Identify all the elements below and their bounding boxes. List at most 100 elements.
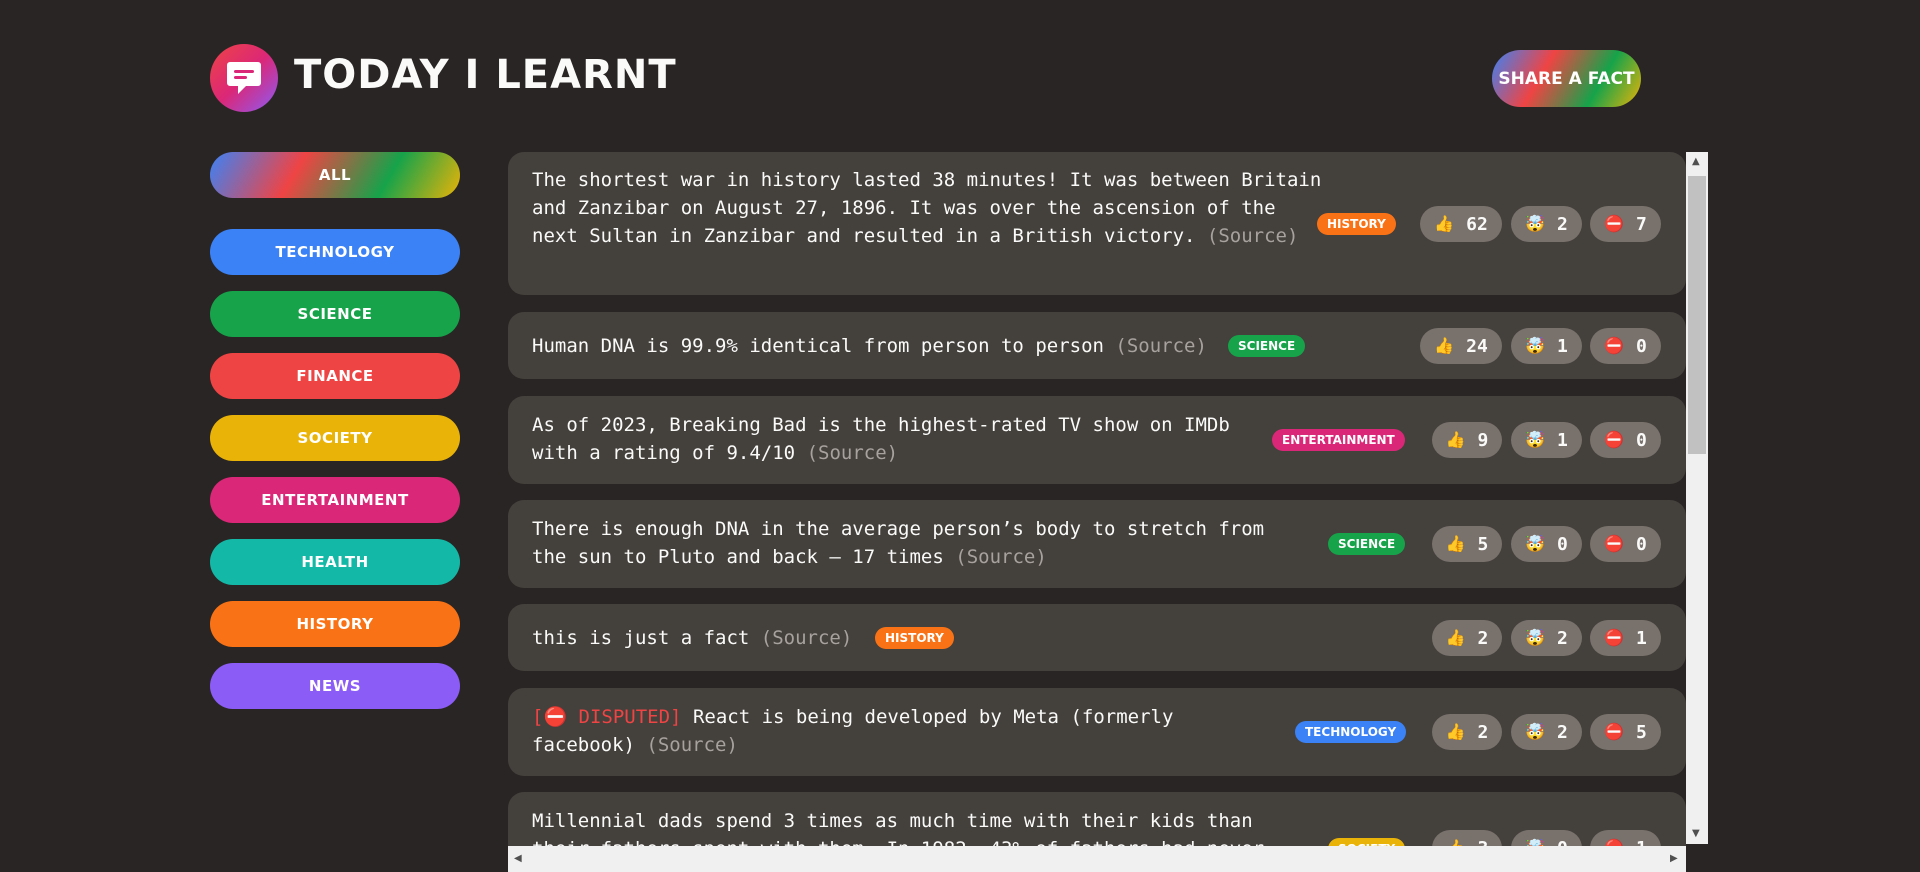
vote-mindblowing-button[interactable]: 🤯 2 xyxy=(1511,620,1582,656)
vote-count: 0 xyxy=(1636,533,1647,555)
fact-text: Human DNA is 99.9% identical from person… xyxy=(532,335,1207,357)
category-tag: SCIENCE xyxy=(1328,533,1406,555)
vote-interesting-button[interactable]: 👍 9 xyxy=(1432,422,1502,458)
vote-count: 2 xyxy=(1477,721,1489,743)
category-tag: TECHNOLOGY xyxy=(1295,721,1407,743)
vote-interesting-button[interactable]: 👍 62 xyxy=(1420,206,1502,242)
fact-item: As of 2023, Breaking Bad is the highest-… xyxy=(508,396,1686,484)
vote-false-button[interactable]: ⛔ 5 xyxy=(1590,714,1661,750)
vote-count: 0 xyxy=(1636,335,1647,357)
vote-mindblowing-button[interactable]: 🤯 2 xyxy=(1511,206,1582,242)
source-link[interactable]: (Source) xyxy=(1115,335,1207,357)
no-entry-icon: ⛔ xyxy=(1604,430,1625,449)
vote-count: 1 xyxy=(1557,335,1568,357)
chat-bubble-icon xyxy=(227,62,261,94)
category-tag: SCIENCE xyxy=(1228,335,1306,357)
vote-count: 0 xyxy=(1557,533,1568,555)
category-button-history[interactable]: HISTORY xyxy=(210,601,460,647)
mind-blown-icon: 🤯 xyxy=(1525,336,1546,355)
mind-blown-icon: 🤯 xyxy=(1525,722,1546,741)
vote-false-button[interactable]: ⛔ 7 xyxy=(1590,206,1661,242)
scroll-up-icon[interactable]: ▲ xyxy=(1692,156,1700,167)
scroll-down-icon[interactable]: ▼ xyxy=(1692,828,1700,839)
vote-mindblowing-button[interactable]: 🤯 2 xyxy=(1511,714,1582,750)
vote-interesting-button[interactable]: 👍 2 xyxy=(1432,714,1502,750)
mind-blown-icon: 🤯 xyxy=(1525,628,1546,647)
thumbs-up-icon: 👍 xyxy=(1434,214,1455,233)
category-button-finance[interactable]: FINANCE xyxy=(210,353,460,399)
no-entry-icon: ⛔ xyxy=(1604,214,1625,233)
category-button-science[interactable]: SCIENCE xyxy=(210,291,460,337)
fact-item: The shortest war in history lasted 38 mi… xyxy=(508,152,1686,295)
fact-item: this is just a fact (Source) HISTORY 👍 2 … xyxy=(508,604,1686,671)
vote-false-button[interactable]: ⛔1 xyxy=(1590,620,1661,656)
scrollbar-thumb[interactable] xyxy=(1688,176,1706,454)
vote-mindblowing-button[interactable]: 🤯0 xyxy=(1511,526,1582,562)
fact-text: There is enough DNA in the average perso… xyxy=(532,518,1265,568)
mind-blown-icon: 🤯 xyxy=(1525,534,1546,553)
vote-count: 7 xyxy=(1636,213,1647,235)
fact-item: Human DNA is 99.9% identical from person… xyxy=(508,312,1686,379)
disputed-label: [⛔ DISPUTED] xyxy=(532,706,682,728)
fact-text: The shortest war in history lasted 38 mi… xyxy=(532,169,1322,247)
vote-false-button[interactable]: ⛔ 0 xyxy=(1590,328,1661,364)
category-button-technology[interactable]: TECHNOLOGY xyxy=(210,229,460,275)
fact-text: [⛔ DISPUTED] React is being developed by… xyxy=(532,706,1174,756)
scroll-right-icon[interactable]: ▶ xyxy=(1670,853,1678,864)
category-button-health[interactable]: HEALTH xyxy=(210,539,460,585)
vote-count: 2 xyxy=(1557,213,1568,235)
share-fact-button[interactable]: SHARE A FACT xyxy=(1492,50,1641,107)
horizontal-scrollbar[interactable]: ◀ ▶ xyxy=(508,846,1686,872)
thumbs-up-icon: 👍 xyxy=(1445,628,1466,647)
source-link[interactable]: (Source) xyxy=(955,546,1047,568)
app-title: TODAY I LEARNT xyxy=(294,52,677,98)
no-entry-icon: ⛔ xyxy=(1604,628,1625,647)
source-link[interactable]: (Source) xyxy=(646,734,738,756)
vote-mindblowing-button[interactable]: 🤯 1 xyxy=(1511,422,1582,458)
category-tag: ENTERTAINMENT xyxy=(1272,429,1405,451)
vote-count: 2 xyxy=(1557,627,1568,649)
category-button-society[interactable]: SOCIETY xyxy=(210,415,460,461)
category-button-all[interactable]: ALL xyxy=(210,152,460,198)
facts-list: The shortest war in history lasted 38 mi… xyxy=(508,152,1710,872)
mind-blown-icon: 🤯 xyxy=(1525,430,1546,449)
vote-interesting-button[interactable]: 👍 24 xyxy=(1420,328,1502,364)
mind-blown-icon: 🤯 xyxy=(1525,214,1546,233)
vote-count: 1 xyxy=(1557,429,1568,451)
vote-count: 2 xyxy=(1477,627,1489,649)
vote-count: 2 xyxy=(1557,721,1568,743)
source-link[interactable]: (Source) xyxy=(1207,225,1299,247)
vote-false-button[interactable]: ⛔ 0 xyxy=(1590,422,1661,458)
thumbs-up-icon: 👍 xyxy=(1445,722,1466,741)
vote-false-button[interactable]: ⛔ 0 xyxy=(1590,526,1661,562)
app-header: TODAY I LEARNT SHARE A FACT xyxy=(210,44,1710,114)
app-logo xyxy=(210,44,278,112)
category-button-news[interactable]: NEWS xyxy=(210,663,460,709)
vote-count: 24 xyxy=(1466,335,1488,357)
vote-interesting-button[interactable]: 👍 5 xyxy=(1432,526,1502,562)
source-link[interactable]: (Source) xyxy=(807,442,899,464)
category-button-entertainment[interactable]: ENTERTAINMENT xyxy=(210,477,460,523)
vote-count: 5 xyxy=(1477,533,1489,555)
fact-item: There is enough DNA in the average perso… xyxy=(508,500,1686,588)
fact-item: [⛔ DISPUTED] React is being developed by… xyxy=(508,688,1686,776)
vote-count: 5 xyxy=(1636,721,1647,743)
vote-count: 0 xyxy=(1636,429,1647,451)
vote-interesting-button[interactable]: 👍 2 xyxy=(1432,620,1502,656)
no-entry-icon: ⛔ xyxy=(1604,722,1625,741)
no-entry-icon: ⛔ xyxy=(1604,534,1625,553)
category-tag: HISTORY xyxy=(1317,213,1396,235)
source-link[interactable]: (Source) xyxy=(761,627,853,649)
fact-text: this is just a fact (Source) xyxy=(532,627,853,649)
no-entry-icon: ⛔ xyxy=(1604,336,1625,355)
vote-count: 9 xyxy=(1477,429,1489,451)
vertical-scrollbar[interactable]: ▲ ▼ xyxy=(1686,152,1708,844)
category-tag: HISTORY xyxy=(875,627,954,649)
scroll-left-icon[interactable]: ◀ xyxy=(514,853,522,864)
vote-mindblowing-button[interactable]: 🤯 1 xyxy=(1511,328,1582,364)
fact-text: As of 2023, Breaking Bad is the highest-… xyxy=(532,414,1230,464)
thumbs-up-icon: 👍 xyxy=(1445,430,1466,449)
thumbs-up-icon: 👍 xyxy=(1445,534,1466,553)
thumbs-up-icon: 👍 xyxy=(1434,336,1455,355)
vote-count: 62 xyxy=(1466,213,1488,235)
